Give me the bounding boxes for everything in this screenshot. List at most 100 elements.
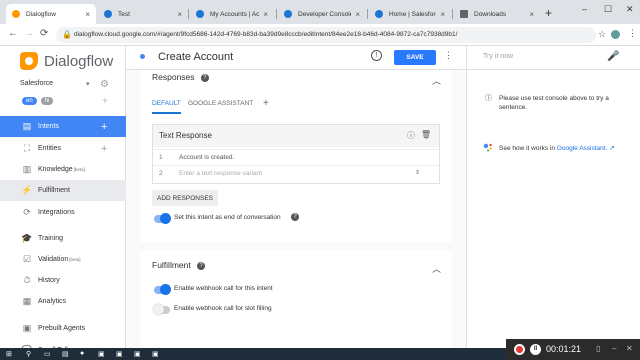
minimize-icon[interactable]: –: [612, 344, 616, 353]
intent-editor: Responses ? ︿ DEFAULT GOOGLE ASSISTANT +…: [126, 70, 466, 348]
close-tab-icon[interactable]: ×: [177, 10, 182, 19]
help-icon[interactable]: ?: [197, 261, 206, 270]
forward-arrow-icon[interactable]: →: [24, 28, 34, 39]
add-tab-button[interactable]: +: [263, 98, 269, 109]
save-button[interactable]: SAVE: [394, 50, 436, 65]
agent-selector[interactable]: Salesforce ▾: [20, 80, 90, 88]
cloud-favicon-icon: [196, 10, 204, 18]
browser-tab-test[interactable]: Test ×: [98, 4, 188, 24]
cloud-favicon-icon: [284, 10, 292, 18]
page-title[interactable]: Create Account: [158, 51, 233, 63]
maximize-button[interactable]: ☐: [604, 4, 612, 15]
sidebar-item-history[interactable]: ⏱ History: [0, 270, 126, 291]
record-icon[interactable]: [514, 344, 525, 355]
sidebar-item-prebuilt-agents[interactable]: ▣ Prebuilt Agents: [0, 318, 126, 339]
add-intents-button[interactable]: +: [101, 121, 107, 133]
dialogflow-logo-icon: [20, 52, 38, 70]
address-bar[interactable]: 🔒 dialogflow.cloud.google.com/#/agent/9f…: [56, 27, 596, 43]
help-icon[interactable]: ?: [200, 73, 209, 82]
try-it-now-bar[interactable]: Try it now 🎤: [467, 46, 640, 70]
close-tab-icon[interactable]: ×: [85, 10, 90, 19]
close-window-button[interactable]: ✕: [626, 4, 634, 15]
sidebar-item-entities[interactable]: ⛶ Entities +: [0, 138, 126, 159]
app-icon[interactable]: ▣: [116, 350, 123, 358]
close-tab-icon[interactable]: ×: [263, 10, 268, 19]
reload-icon[interactable]: ⟳: [40, 28, 48, 39]
gear-icon[interactable]: ⚙: [100, 79, 109, 90]
browser-menu-icon[interactable]: ⋮: [628, 28, 637, 39]
sidebar-item-knowledge[interactable]: ▥ Knowledge [beta]: [0, 159, 126, 180]
sidebar-item-fulfillment[interactable]: ⚡ Fulfillment: [0, 180, 126, 201]
sidebar-item-label: Fulfillment: [38, 187, 70, 194]
language-chip-hi[interactable]: hi: [40, 97, 54, 105]
browser-tab-my-accounts[interactable]: My Accounts | Accounts ×: [190, 4, 274, 24]
bookmark-star-icon[interactable]: ☆: [598, 29, 606, 40]
beta-badge: [beta]: [73, 167, 85, 172]
response-text[interactable]: Account is created.: [179, 154, 234, 161]
minimize-button[interactable]: –: [582, 4, 587, 14]
tab-divider: [367, 9, 368, 19]
profile-avatar[interactable]: [611, 30, 620, 39]
close-tab-icon[interactable]: ×: [440, 10, 445, 19]
add-language-icon[interactable]: +: [102, 96, 108, 107]
brand[interactable]: Dialogflow: [20, 46, 113, 76]
browser-tab-developer-console[interactable]: Developer Console ×: [278, 4, 366, 24]
sidebar-item-integrations[interactable]: ⟳ Integrations: [0, 202, 126, 223]
sidebar-item-label: Intents: [38, 123, 60, 130]
google-assistant-link[interactable]: Google Assistant.: [557, 145, 608, 152]
delete-icon[interactable]: 🗑: [421, 130, 431, 139]
try-it-now-input[interactable]: Try it now: [483, 53, 513, 60]
close-tab-icon[interactable]: ×: [355, 10, 360, 19]
language-chip-en[interactable]: en: [22, 97, 37, 105]
sidebar: Dialogflow Salesforce ▾ ⚙ en hi + ▤ Inten…: [0, 46, 126, 355]
slot-filling-toggle[interactable]: [153, 304, 170, 315]
stop-icon[interactable]: ▯: [596, 344, 600, 353]
chevron-up-icon[interactable]: ︿: [432, 74, 441, 87]
chevron-up-icon[interactable]: ︿: [432, 262, 441, 275]
file-explorer-icon[interactable]: ▤: [62, 350, 69, 358]
tab-google-assistant[interactable]: GOOGLE ASSISTANT: [188, 100, 253, 107]
stepper-icon[interactable]: ⇕: [415, 169, 420, 176]
new-tab-button[interactable]: +: [545, 6, 552, 20]
sidebar-item-training[interactable]: 🎓 Training: [0, 228, 126, 249]
response-row[interactable]: 2 Enter a text response variant ⇕: [153, 165, 439, 181]
help-icon[interactable]: ?: [291, 213, 299, 221]
more-options-icon[interactable]: ⋮: [444, 50, 453, 61]
info-icon[interactable]: !: [371, 50, 382, 61]
fulfillment-card: Fulfillment ? ︿ Enable webhook call for …: [140, 250, 452, 348]
recording-timer: 00:01:21: [546, 344, 582, 354]
end-conversation-toggle[interactable]: [154, 213, 171, 224]
browser-tab-downloads[interactable]: Downloads ×: [454, 4, 540, 24]
tab-default[interactable]: DEFAULT: [152, 100, 181, 114]
url-text[interactable]: dialogflow.cloud.google.com/#/agent/9fcd…: [74, 31, 457, 38]
browser-tab-dialogflow[interactable]: Dialogflow ×: [6, 4, 96, 24]
pause-icon[interactable]: II: [530, 344, 541, 355]
browser-tab-home-salesforce[interactable]: Home | Salesforce ×: [369, 4, 451, 24]
chrome-icon[interactable]: ●: [80, 350, 84, 357]
text-response-title: Text Response: [159, 131, 212, 140]
search-icon[interactable]: ⚲: [26, 350, 31, 358]
sidebar-item-validation[interactable]: ☑ Validation [beta]: [0, 249, 126, 270]
fulfillment-heading: Fulfillment ?: [152, 260, 206, 270]
external-link-icon[interactable]: ↗: [609, 145, 614, 152]
webhook-toggle[interactable]: [154, 284, 171, 295]
add-entities-button[interactable]: +: [101, 143, 107, 155]
help-icon[interactable]: ⓘ: [407, 130, 415, 141]
close-tab-icon[interactable]: ×: [529, 10, 534, 19]
close-icon[interactable]: ✕: [626, 344, 633, 353]
add-responses-button[interactable]: ADD RESPONSES: [152, 190, 218, 206]
back-arrow-icon[interactable]: ←: [8, 28, 18, 39]
app-icon[interactable]: ▣: [98, 350, 105, 358]
chevron-down-icon: ▾: [86, 81, 90, 88]
app-icon[interactable]: ▣: [134, 350, 141, 358]
microphone-icon[interactable]: 🎤: [607, 51, 619, 62]
validation-icon: ☑: [22, 254, 32, 264]
sidebar-item-analytics[interactable]: ▦ Analytics: [0, 291, 126, 312]
sidebar-item-intents[interactable]: ▤ Intents +: [0, 116, 126, 137]
windows-start-icon[interactable]: ⊞: [6, 350, 12, 358]
app-icon[interactable]: ▣: [152, 350, 159, 358]
response-variant-input[interactable]: Enter a text response variant: [179, 170, 262, 177]
task-view-icon[interactable]: ▭: [44, 350, 51, 358]
response-row[interactable]: 1 Account is created.: [153, 149, 439, 165]
sidebar-item-label: Analytics: [38, 298, 67, 305]
